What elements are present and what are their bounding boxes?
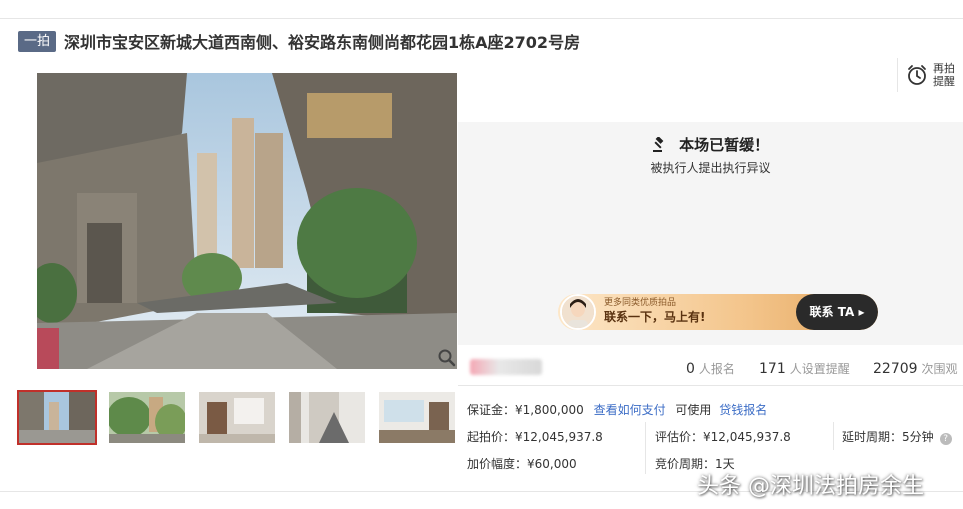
- property-photo-image: [37, 73, 457, 369]
- contact-banner[interactable]: 更多同类优质拍品 联系一下，马上有! 联系 TA ▸: [558, 294, 878, 330]
- top-divider: [0, 18, 963, 19]
- signup-count: 0 人报名: [686, 361, 735, 377]
- play-arrow-icon: ▸: [858, 305, 865, 319]
- auction-round-badge: 一拍: [18, 30, 57, 52]
- contact-ta-button[interactable]: 联系 TA ▸: [796, 294, 878, 330]
- thumbnail-5[interactable]: [377, 390, 457, 445]
- thumbnail-4[interactable]: [287, 390, 367, 445]
- start-price: 起拍价：¥12,045,937.8: [467, 430, 603, 444]
- deposit-info: 保证金：¥1,800,000 查看如何支付 可使用 贷钱报名: [467, 403, 768, 417]
- column-divider-1: [645, 422, 646, 474]
- agent-avatar: [560, 294, 596, 330]
- bid-increment: 加价幅度：¥60,000: [467, 457, 577, 471]
- contact-big-text: 联系一下，马上有!: [604, 310, 706, 324]
- title-row: 一拍 深圳市宝安区新城大道西南侧、裕安路东南侧尚都花园1栋A座2702号房: [18, 29, 580, 53]
- watermark: 头条 @深圳法拍房余生: [697, 474, 924, 499]
- rebid-remind-button[interactable]: 再拍提醒: [897, 58, 963, 92]
- contact-text: 更多同类优质拍品 联系一下，马上有!: [604, 294, 705, 330]
- stats-row: 0 人报名 171 人设置提醒 22709 次围观: [458, 350, 963, 386]
- zoom-icon[interactable]: [437, 348, 457, 368]
- thumbnail-strip: [17, 390, 467, 445]
- help-icon[interactable]: ?: [939, 433, 952, 445]
- auction-status-panel: 本场已暂缓！ 被执行人提出执行异议 更多同类优质拍品 联系一下，马上有! 联系 …: [458, 122, 963, 345]
- blurred-user-name: [470, 359, 542, 375]
- contact-button-label: 联系 TA: [809, 305, 855, 319]
- thumbnail-3[interactable]: [197, 390, 277, 445]
- how-to-pay-link[interactable]: 查看如何支付: [594, 403, 666, 417]
- status-headline-text: 本场已暂缓！: [679, 136, 770, 154]
- status-headline: 本场已暂缓！: [458, 134, 963, 155]
- loan-signup-link[interactable]: 贷钱报名: [719, 403, 767, 417]
- view-count: 22709 次围观: [873, 361, 958, 377]
- delay-cycle: 延时周期：5分钟?: [842, 428, 952, 445]
- main-property-photo[interactable]: [37, 73, 457, 369]
- appraisal-price: 评估价：¥12,045,937.8: [655, 430, 791, 444]
- gavel-icon: [652, 136, 664, 152]
- contact-small-text: 更多同类优质拍品: [604, 298, 677, 308]
- thumbnail-2[interactable]: [107, 390, 187, 445]
- reminder-count: 171 人设置提醒: [759, 361, 850, 377]
- alarm-clock-icon: [908, 65, 926, 85]
- remind-label: 再拍提醒: [933, 62, 955, 88]
- thumbnail-1[interactable]: [17, 390, 97, 445]
- status-reason: 被执行人提出执行异议: [650, 161, 771, 175]
- page-title: 深圳市宝安区新城大道西南侧、裕安路东南侧尚都花园1栋A座2702号房: [64, 33, 581, 52]
- column-divider-2: [833, 422, 834, 450]
